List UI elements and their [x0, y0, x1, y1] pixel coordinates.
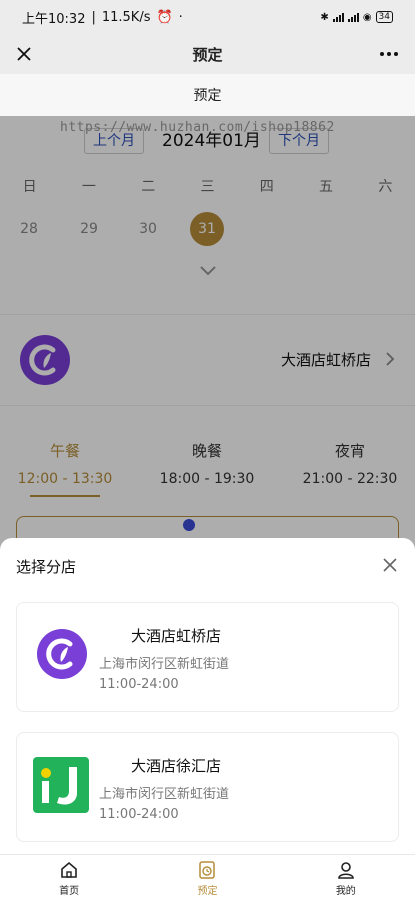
shop-name: 大酒店徐汇店 — [131, 757, 222, 775]
sheet-title: 选择分店 — [16, 558, 77, 576]
shop-card[interactable]: 大酒店虹桥店 上海市闵行区新虹街道 11:00-24:00 — [16, 602, 399, 712]
tab-reserve[interactable]: 预定 — [138, 855, 276, 900]
shop-hours: 11:00-24:00 — [99, 677, 179, 692]
wifi-icon: ◉ — [362, 11, 372, 23]
signal-icon-2 — [347, 12, 359, 22]
tab-home[interactable]: 首页 — [0, 855, 138, 900]
shop-hours: 11:00-24:00 — [99, 807, 179, 822]
sub-header: 预定 — [0, 74, 415, 116]
status-bar: 上午10:32 | 11.5K/s ⏰ · ✱ ◉ 34 — [0, 0, 415, 34]
shop-address: 上海市闵行区新虹街道 — [99, 657, 230, 672]
shop-name: 大酒店虹桥店 — [131, 627, 222, 645]
user-icon — [338, 862, 354, 879]
close-icon[interactable] — [379, 554, 401, 576]
more-icon[interactable] — [375, 40, 403, 68]
select-shop-sheet: 选择分店 大酒店虹桥店 上海市闵行区新虹街道 11:00-24:00 大酒店徐汇… — [0, 538, 415, 854]
network-speed: 11.5K/s — [101, 9, 151, 25]
close-icon[interactable] — [10, 40, 38, 68]
bluetooth-icon: ✱ — [320, 11, 329, 23]
tab-label: 我的 — [335, 886, 356, 897]
purple-c-logo-icon — [37, 629, 87, 679]
status-time: 上午10:32 — [22, 11, 86, 27]
shop-card[interactable]: 大酒店徐汇店 上海市闵行区新虹街道 11:00-24:00 — [16, 732, 399, 842]
app-title-bar: 预定 — [0, 34, 415, 74]
sub-header-title: 预定 — [193, 88, 222, 104]
home-icon — [61, 861, 77, 878]
shop-address: 上海市闵行区新虹街道 — [99, 787, 230, 802]
battery-icon: 34 — [375, 11, 393, 23]
page-title: 预定 — [192, 45, 223, 64]
green-j-logo-icon — [33, 757, 89, 813]
signal-icon — [332, 12, 344, 22]
bottom-tab-bar: 首页 预定 我的 — [0, 854, 415, 900]
tab-label: 预定 — [197, 886, 218, 897]
tab-profile[interactable]: 我的 — [277, 855, 415, 900]
alarm-icon: ⏰ — [156, 9, 173, 25]
reserve-icon — [199, 861, 216, 879]
tab-label: 首页 — [59, 886, 80, 897]
